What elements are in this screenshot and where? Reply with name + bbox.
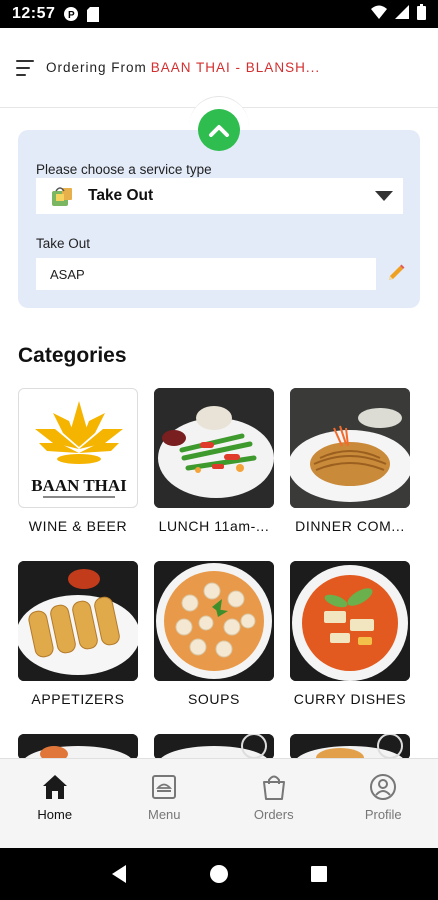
category-image <box>154 734 274 760</box>
tab-orders[interactable]: Orders <box>219 759 329 848</box>
category-label: WINE & BEER <box>28 518 128 534</box>
category-image <box>290 561 410 681</box>
category-image <box>18 561 138 681</box>
shopping-bag-icon <box>52 187 72 206</box>
tab-profile[interactable]: Profile <box>329 759 438 848</box>
signal-icon <box>395 4 409 24</box>
svg-text:P: P <box>68 10 75 21</box>
hamburger-menu-icon[interactable] <box>16 59 36 76</box>
pickup-time-label: Take Out <box>36 236 91 251</box>
category-card-curry[interactable]: CURRY DISHES <box>290 561 410 707</box>
category-image <box>154 388 274 508</box>
tab-label: Home <box>37 807 73 822</box>
wifi-icon <box>371 5 387 24</box>
tab-menu[interactable]: Menu <box>110 759 220 848</box>
tab-label: Orders <box>253 807 294 822</box>
category-image: BAAN THAI <box>18 388 138 508</box>
home-icon <box>42 775 67 799</box>
baan-thai-logo: BAAN THAI <box>31 401 127 498</box>
category-image <box>290 734 410 760</box>
tab-home[interactable]: Home <box>0 759 110 848</box>
restaurant-name[interactable]: BAAN THAI - BLANSH... <box>151 60 320 75</box>
edit-pencil-icon[interactable] <box>386 263 406 283</box>
app-notification-icon: P <box>63 6 79 22</box>
service-type-value: Take Out <box>88 187 154 204</box>
status-bar: 12:57 P <box>0 0 438 28</box>
chevron-up-icon <box>209 125 229 137</box>
category-card[interactable] <box>290 734 410 760</box>
service-type-select[interactable]: Take Out <box>36 178 403 214</box>
category-card-wine-beer[interactable]: BAAN THAI WINE & BEER <box>18 388 138 534</box>
category-label: APPETIZERS <box>31 691 125 707</box>
category-image <box>290 388 410 508</box>
category-label: DINNER COM... <box>295 518 405 534</box>
bottom-tab-bar: Home Menu Orders Profile <box>0 758 438 848</box>
tab-label: Profile <box>364 807 402 822</box>
category-card-appetizers[interactable]: APPETIZERS <box>18 561 138 707</box>
category-image <box>18 734 138 760</box>
system-nav-bar <box>0 848 438 900</box>
dropdown-caret-icon <box>375 191 393 201</box>
battery-icon <box>417 3 426 25</box>
category-card[interactable] <box>18 734 138 760</box>
ordering-from-label: Ordering From <box>46 60 147 75</box>
collapse-button[interactable] <box>198 109 240 151</box>
back-icon[interactable] <box>110 864 128 884</box>
category-card-dinner[interactable]: DINNER COM... <box>290 388 410 534</box>
category-card[interactable] <box>154 734 274 760</box>
category-card-soups[interactable]: SOUPS <box>154 561 274 707</box>
status-time: 12:57 <box>12 5 56 22</box>
pickup-time-field[interactable]: ASAP <box>36 258 376 290</box>
category-image <box>154 561 274 681</box>
service-type-panel: Please choose a service type Take Out Ta… <box>18 130 420 308</box>
tab-label: Menu <box>147 807 181 822</box>
service-type-prompt: Please choose a service type <box>36 162 212 177</box>
svg-text:BAAN THAI: BAAN THAI <box>31 476 127 495</box>
pickup-time-value: ASAP <box>50 266 85 282</box>
profile-icon <box>370 774 397 800</box>
recents-square-icon[interactable] <box>310 865 328 883</box>
category-label: LUNCH 11am-... <box>158 518 270 534</box>
bag-icon <box>262 775 285 800</box>
category-label: CURRY DISHES <box>293 691 407 707</box>
categories-title: Categories <box>18 344 127 367</box>
home-circle-icon[interactable] <box>209 864 229 884</box>
category-card-lunch[interactable]: LUNCH 11am-... <box>154 388 274 534</box>
category-label: SOUPS <box>187 691 240 707</box>
menu-icon <box>152 775 177 799</box>
sd-card-icon <box>87 6 100 22</box>
